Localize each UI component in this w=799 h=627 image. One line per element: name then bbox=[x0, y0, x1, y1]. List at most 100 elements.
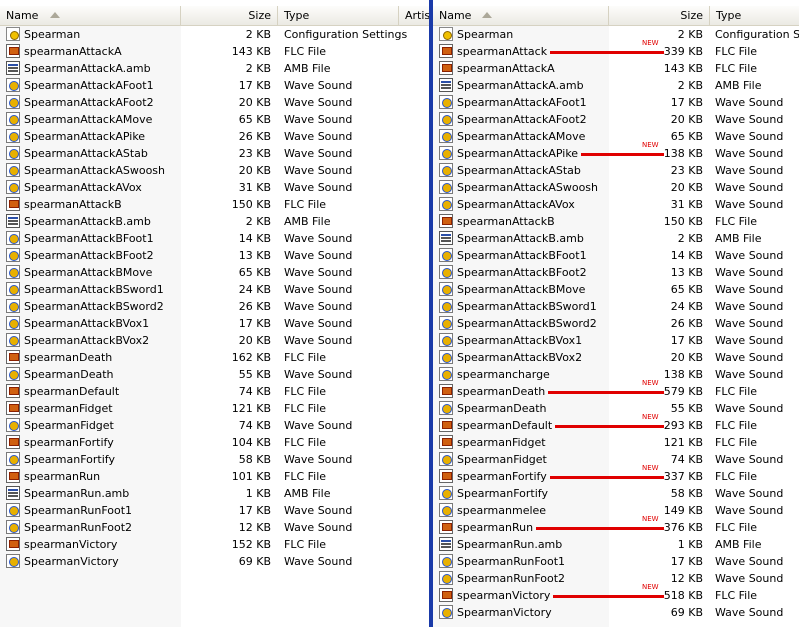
amb-icon bbox=[439, 537, 453, 551]
file-row[interactable]: SpearmanAttackA.amb 2 KB AMB File bbox=[0, 60, 429, 77]
file-row[interactable]: SpearmanAttackBVox2 20 KB Wave Sound bbox=[433, 349, 799, 366]
file-size: 121 KB bbox=[663, 436, 703, 449]
file-row[interactable]: SpearmanRunFoot1 17 KB Wave Sound bbox=[433, 553, 799, 570]
file-row[interactable]: SpearmanAttackAVox 31 KB Wave Sound bbox=[0, 179, 429, 196]
file-row[interactable]: 337 KB FLC File spearmanFortify NEW bbox=[433, 464, 799, 485]
file-row[interactable]: SpearmanVictory 69 KB Wave Sound bbox=[433, 604, 799, 621]
wave-icon bbox=[6, 452, 20, 466]
file-row[interactable]: 376 KB FLC File spearmanRun NEW bbox=[433, 515, 799, 536]
file-row[interactable]: SpearmanAttackBSword2 26 KB Wave Sound bbox=[0, 298, 429, 315]
file-row[interactable]: 339 KB FLC File spearmanAttack NEW bbox=[433, 39, 799, 60]
file-row[interactable]: SpearmanAttackASwoosh 20 KB Wave Sound bbox=[0, 162, 429, 179]
flc-icon bbox=[439, 520, 453, 534]
right-header-type[interactable]: Type bbox=[710, 6, 799, 25]
file-row[interactable]: spearmanAttackB 150 KB FLC File bbox=[433, 213, 799, 230]
file-row[interactable]: SpearmanAttackBMove 65 KB Wave Sound bbox=[0, 264, 429, 281]
file-row[interactable]: spearmanmelee 149 KB Wave Sound bbox=[433, 502, 799, 519]
wave-icon bbox=[439, 129, 453, 143]
file-row[interactable]: SpearmanAttackBVox1 17 KB Wave Sound bbox=[433, 332, 799, 349]
file-type: Wave Sound bbox=[284, 504, 353, 517]
file-size: 55 KB bbox=[238, 368, 271, 381]
file-row[interactable]: SpearmanAttackASwoosh 20 KB Wave Sound bbox=[433, 179, 799, 196]
file-row[interactable]: SpearmanFidget 74 KB Wave Sound bbox=[0, 417, 429, 434]
file-row[interactable]: SpearmanAttackB.amb 2 KB AMB File bbox=[433, 230, 799, 247]
file-row[interactable]: Spearman2 KBConfiguration Settings bbox=[0, 26, 429, 43]
file-row[interactable]: SpearmanAttackBSword2 26 KB Wave Sound bbox=[433, 315, 799, 332]
file-size: 104 KB bbox=[231, 436, 271, 449]
file-row[interactable]: SpearmanAttackBFoot1 14 KB Wave Sound bbox=[0, 230, 429, 247]
file-row[interactable]: SpearmanVictory 69 KB Wave Sound bbox=[0, 553, 429, 570]
file-row[interactable]: SpearmanAttackAMove 65 KB Wave Sound bbox=[0, 111, 429, 128]
file-row[interactable]: SpearmanRunFoot2 12 KB Wave Sound bbox=[433, 570, 799, 587]
file-row[interactable]: 138 KB Wave Sound SpearmanAttackAPike NEW bbox=[433, 141, 799, 162]
flc-icon bbox=[6, 469, 20, 483]
left-header-name[interactable]: Name bbox=[0, 6, 181, 25]
left-header-artist[interactable]: Artis bbox=[399, 6, 429, 25]
file-row[interactable]: SpearmanAttackB.amb 2 KB AMB File bbox=[0, 213, 429, 230]
file-row[interactable]: 579 KB FLC File spearmanDeath NEW bbox=[433, 379, 799, 400]
file-row[interactable]: SpearmanRun.amb 1 KB AMB File bbox=[0, 485, 429, 502]
file-row[interactable]: spearmanDefault 74 KB FLC File bbox=[0, 383, 429, 400]
file-name: SpearmanAttackBSword1 bbox=[24, 283, 164, 296]
file-type: Wave Sound bbox=[715, 283, 784, 296]
file-row[interactable]: SpearmanAttackBSword1 24 KB Wave Sound bbox=[0, 281, 429, 298]
file-row[interactable]: SpearmanDeath 55 KB Wave Sound bbox=[433, 400, 799, 417]
file-row[interactable]: SpearmanAttackAStab 23 KB Wave Sound bbox=[0, 145, 429, 162]
wave-icon bbox=[6, 180, 20, 194]
file-row[interactable]: 518 KB FLC File spearmanVictory NEW bbox=[433, 583, 799, 604]
file-row[interactable]: SpearmanAttackBFoot2 13 KB Wave Sound bbox=[433, 264, 799, 281]
file-row[interactable]: SpearmanFortify 58 KB Wave Sound bbox=[433, 485, 799, 502]
file-row[interactable]: SpearmanAttackBFoot1 14 KB Wave Sound bbox=[433, 247, 799, 264]
file-row[interactable]: SpearmanFortify 58 KB Wave Sound bbox=[0, 451, 429, 468]
file-row[interactable]: SpearmanAttackBVox1 17 KB Wave Sound bbox=[0, 315, 429, 332]
file-row[interactable]: spearmanFidget 121 KB FLC File bbox=[0, 400, 429, 417]
file-row[interactable]: SpearmanAttackBMove 65 KB Wave Sound bbox=[433, 281, 799, 298]
file-name: SpearmanAttackAPike bbox=[457, 147, 579, 160]
file-row[interactable]: SpearmanAttackAFoot2 20 KB Wave Sound bbox=[0, 94, 429, 111]
file-type: Wave Sound bbox=[284, 113, 353, 126]
file-row[interactable]: 293 KB FLC File spearmanDefault NEW bbox=[433, 413, 799, 434]
file-row[interactable]: SpearmanAttackAVox 31 KB Wave Sound bbox=[433, 196, 799, 213]
file-row[interactable]: SpearmanDeath 55 KB Wave Sound bbox=[0, 366, 429, 383]
file-row[interactable]: spearmanDeath 162 KB FLC File bbox=[0, 349, 429, 366]
file-type: Wave Sound bbox=[284, 147, 353, 160]
file-size: 23 KB bbox=[670, 164, 703, 177]
file-name: spearmanDeath bbox=[457, 385, 546, 398]
file-row[interactable]: SpearmanAttackBSword1 24 KB Wave Sound bbox=[433, 298, 799, 315]
file-row[interactable]: SpearmanRunFoot2 12 KB Wave Sound bbox=[0, 519, 429, 536]
file-row[interactable]: SpearmanAttackAFoot2 20 KB Wave Sound bbox=[433, 111, 799, 128]
file-row[interactable]: SpearmanAttackBFoot2 13 KB Wave Sound bbox=[0, 247, 429, 264]
wave-icon bbox=[439, 401, 453, 415]
file-size: 17 KB bbox=[670, 96, 703, 109]
right-header-name[interactable]: Name bbox=[433, 6, 609, 25]
file-row[interactable]: spearmanAttackA 143 KB FLC File bbox=[433, 60, 799, 77]
new-marker-line bbox=[555, 425, 664, 428]
file-row[interactable]: spearmanVictory 152 KB FLC File bbox=[0, 536, 429, 553]
file-row[interactable]: Spearman2 KBConfiguration Settings bbox=[433, 26, 799, 43]
file-row[interactable]: SpearmanAttackAFoot1 17 KB Wave Sound bbox=[433, 94, 799, 111]
file-row[interactable]: SpearmanRun.amb 1 KB AMB File bbox=[433, 536, 799, 553]
file-row[interactable]: SpearmanRunFoot1 17 KB Wave Sound bbox=[0, 502, 429, 519]
file-row[interactable]: spearmancharge 138 KB Wave Sound bbox=[433, 366, 799, 383]
file-row[interactable]: spearmanFidget 121 KB FLC File bbox=[433, 434, 799, 451]
file-row[interactable]: spearmanRun 101 KB FLC File bbox=[0, 468, 429, 485]
file-row[interactable]: SpearmanAttackBVox2 20 KB Wave Sound bbox=[0, 332, 429, 349]
file-row[interactable]: spearmanFortify 104 KB FLC File bbox=[0, 434, 429, 451]
file-row[interactable]: SpearmanAttackAPike 26 KB Wave Sound bbox=[0, 128, 429, 145]
file-row[interactable]: spearmanAttackA 143 KB FLC File bbox=[0, 43, 429, 60]
right-column-header: Name Size Type bbox=[433, 6, 799, 26]
left-header-size[interactable]: Size bbox=[181, 6, 278, 25]
right-header-size[interactable]: Size bbox=[609, 6, 710, 25]
file-row[interactable]: SpearmanAttackAStab 23 KB Wave Sound bbox=[433, 162, 799, 179]
file-name: SpearmanAttackBFoot1 bbox=[457, 249, 587, 262]
file-row[interactable]: spearmanAttackB 150 KB FLC File bbox=[0, 196, 429, 213]
file-row[interactable]: SpearmanAttackA.amb 2 KB AMB File bbox=[433, 77, 799, 94]
left-header-type[interactable]: Type bbox=[278, 6, 399, 25]
file-type: Configuration Settings bbox=[284, 28, 408, 41]
file-row[interactable]: SpearmanAttackAFoot1 17 KB Wave Sound bbox=[0, 77, 429, 94]
wave-icon bbox=[6, 316, 20, 330]
file-name: spearmanAttackB bbox=[457, 215, 555, 228]
new-marker-line bbox=[550, 51, 664, 54]
file-row[interactable]: SpearmanFidget 74 KB Wave Sound bbox=[433, 451, 799, 468]
file-row[interactable]: SpearmanAttackAMove 65 KB Wave Sound bbox=[433, 128, 799, 145]
